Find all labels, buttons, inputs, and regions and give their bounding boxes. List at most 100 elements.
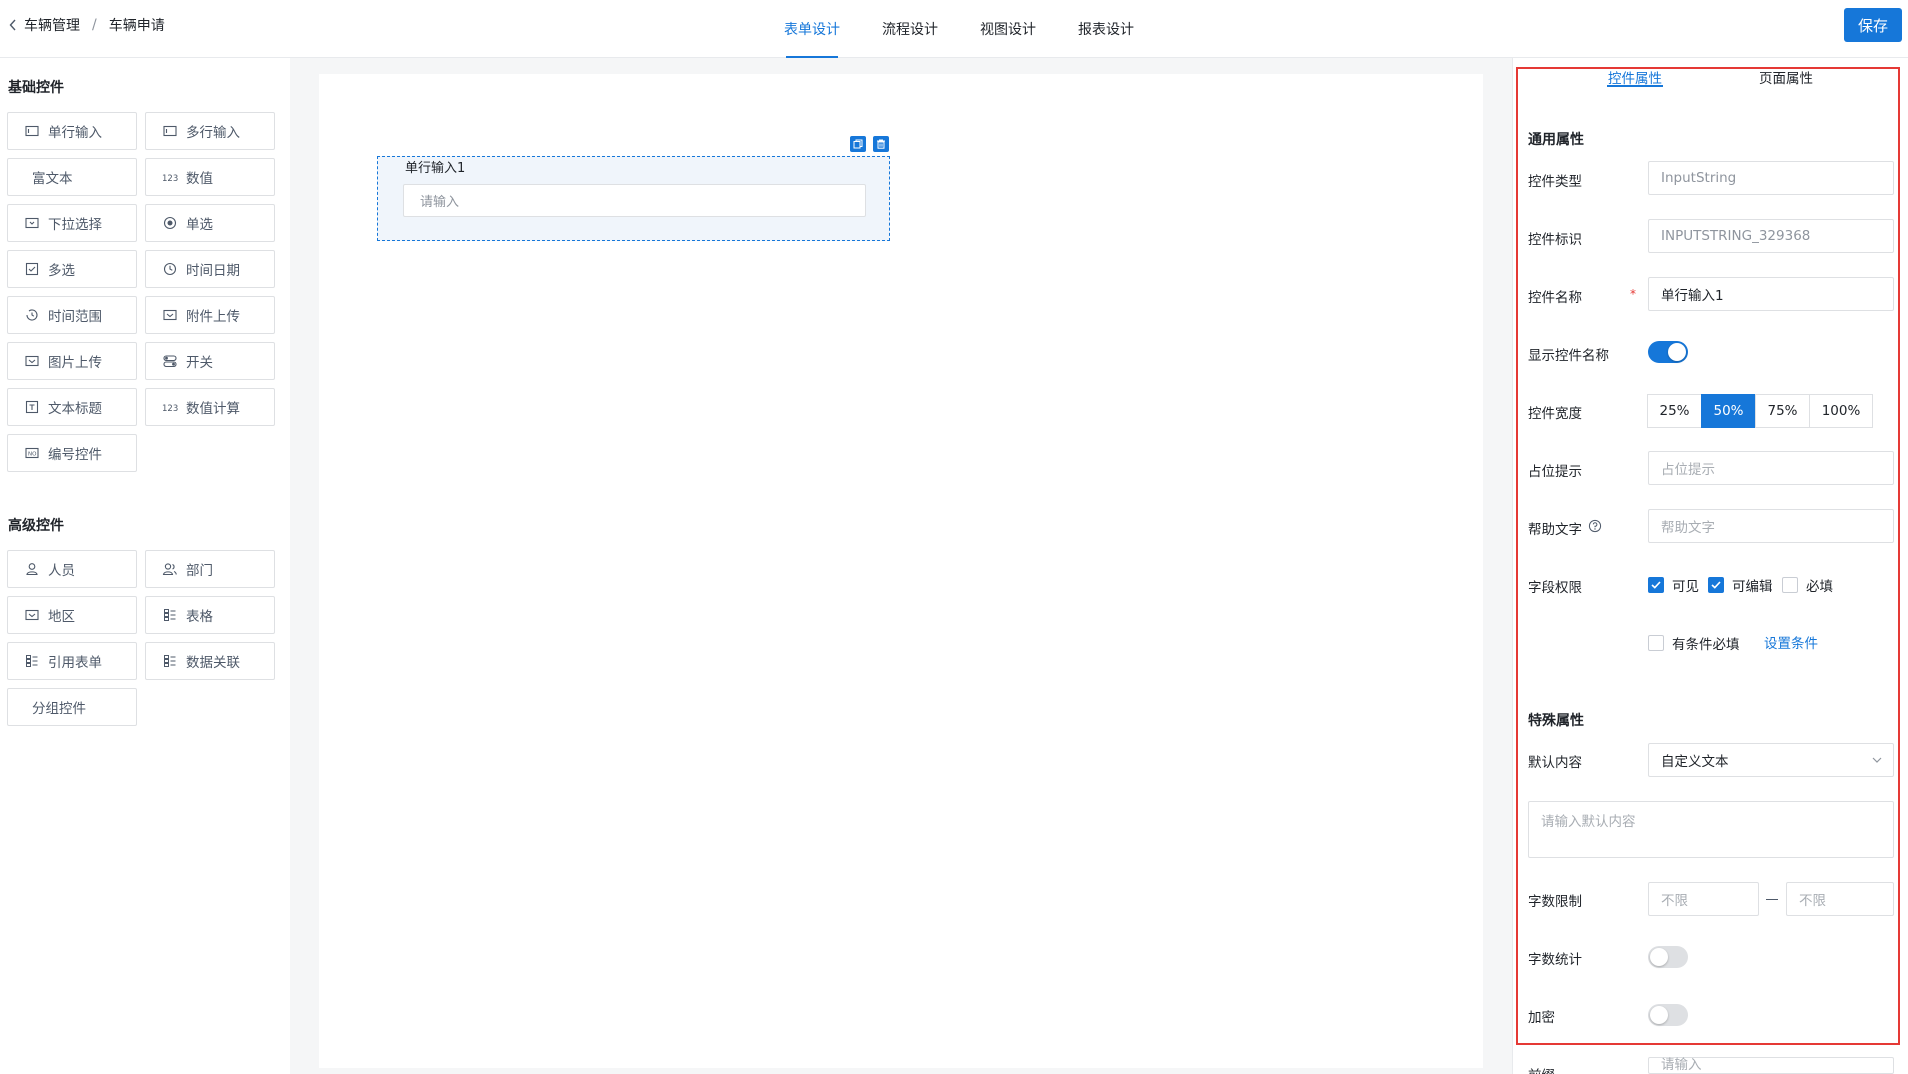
palette-item-person[interactable]: 人员 <box>7 550 137 588</box>
textarea-icon <box>162 123 178 139</box>
show-name-label: 显示控件名称 <box>1528 348 1609 364</box>
width-option-75[interactable]: 75% <box>1755 394 1810 428</box>
palette-item-serial-number[interactable]: NO 编号控件 <box>7 434 137 472</box>
set-condition-link[interactable]: 设置条件 <box>1764 632 1818 652</box>
design-tabs: 表单设计 流程设计 视图设计 报表设计 <box>768 0 1160 58</box>
default-content-textarea[interactable]: 请输入默认内容 <box>1528 801 1894 858</box>
control-id-label: 控件标识 <box>1528 232 1582 248</box>
checkbox-box <box>1782 577 1798 593</box>
toggle-knob <box>1650 948 1668 966</box>
palette-item-department[interactable]: 部门 <box>145 550 275 588</box>
prefix-field[interactable]: 请输入 <box>1648 1057 1894 1074</box>
special-properties-title: 特殊属性 <box>1528 713 1584 729</box>
palette-item-label: 单选 <box>186 217 213 233</box>
char-count-toggle[interactable] <box>1648 946 1688 968</box>
palette-item-region[interactable]: 地区 <box>7 596 137 634</box>
palette-item-rich-text[interactable]: 富文本 <box>7 158 137 196</box>
breadcrumb: 车辆管理 / 车辆申请 <box>6 0 165 50</box>
width-option-25[interactable]: 25% <box>1647 394 1702 428</box>
control-type-label: 控件类型 <box>1528 174 1582 190</box>
range-separator <box>1766 899 1778 900</box>
char-limit-max-field[interactable]: 不限 <box>1786 882 1894 916</box>
placeholder-label: 占位提示 <box>1528 464 1582 480</box>
control-id-field: INPUTSTRING_329368 <box>1648 219 1894 253</box>
control-name-label: 控件名称 <box>1528 290 1582 306</box>
palette-item-label: 附件上传 <box>186 309 240 325</box>
property-panel <box>1512 58 1908 1074</box>
default-content-select[interactable]: 自定义文本 <box>1648 743 1894 777</box>
breadcrumb-item-vehicle-application: 车辆申请 <box>108 18 165 34</box>
palette-item-dropdown[interactable]: 下拉选择 <box>7 204 137 242</box>
checkbox-box <box>1648 577 1664 593</box>
palette-item-label: 表格 <box>186 609 213 625</box>
conditional-required-checkbox[interactable]: 有条件必填 <box>1648 633 1740 653</box>
table-icon <box>162 607 178 623</box>
palette-item-time-range[interactable]: 时间范围 <box>7 296 137 334</box>
palette-item-label: 单行输入 <box>48 125 102 141</box>
copy-icon[interactable] <box>850 136 866 152</box>
delete-icon[interactable] <box>873 136 889 152</box>
basic-controls-title: 基础控件 <box>8 80 64 96</box>
palette-item-reference-form[interactable]: 引用表单 <box>7 642 137 680</box>
palette-item-label: 数值 <box>186 171 213 187</box>
toggle-knob <box>1668 343 1686 361</box>
tab-page-properties[interactable]: 页面属性 <box>1759 67 1813 87</box>
char-limit-label: 字数限制 <box>1528 894 1582 910</box>
palette-item-data-association[interactable]: 数据关联 <box>145 642 275 680</box>
attachment-icon <box>162 307 178 323</box>
palette-item-label: 图片上传 <box>48 355 102 371</box>
breadcrumb-item-vehicle-management[interactable]: 车辆管理 <box>24 15 80 35</box>
perm-visible-checkbox[interactable]: 可见 <box>1648 575 1699 595</box>
time-range-icon <box>24 307 40 323</box>
control-type-field: InputString <box>1648 161 1894 195</box>
field-label: 单行输入1 <box>405 161 466 176</box>
common-properties-title: 通用属性 <box>1528 132 1584 148</box>
char-limit-min-field[interactable]: 不限 <box>1648 882 1759 916</box>
tab-control-properties[interactable]: 控件属性 <box>1608 67 1662 87</box>
palette-item-text-title[interactable]: 文本标题 <box>7 388 137 426</box>
tab-report-design[interactable]: 报表设计 <box>1062 0 1150 58</box>
encrypt-toggle[interactable] <box>1648 1004 1688 1026</box>
palette-item-attachment-upload[interactable]: 附件上传 <box>145 296 275 334</box>
tab-flow-design[interactable]: 流程设计 <box>866 0 954 58</box>
show-name-toggle[interactable] <box>1648 341 1688 363</box>
selected-form-field[interactable]: 单行输入1 请输入 <box>377 156 890 241</box>
palette-item-radio[interactable]: 单选 <box>145 204 275 242</box>
checkbox-box <box>1708 577 1724 593</box>
region-icon <box>24 607 40 623</box>
field-input-preview[interactable]: 请输入 <box>403 184 866 217</box>
palette-item-table[interactable]: 表格 <box>145 596 275 634</box>
chevron-down-icon <box>1871 754 1883 770</box>
palette-item-group[interactable]: 分组控件 <box>7 688 137 726</box>
prefix-label: 前缀 <box>1528 1064 1555 1074</box>
palette-item-single-line-input[interactable]: 单行输入 <box>7 112 137 150</box>
perm-required-checkbox[interactable]: 必填 <box>1782 575 1833 595</box>
width-option-50[interactable]: 50% <box>1701 394 1756 428</box>
question-circle-icon[interactable] <box>1588 519 1602 537</box>
width-option-100[interactable]: 100% <box>1809 394 1873 428</box>
palette-item-number-calc[interactable]: 123 数值计算 <box>145 388 275 426</box>
active-tab-indicator <box>1607 85 1663 87</box>
clock-icon <box>162 261 178 277</box>
palette-item-label: 数据关联 <box>186 655 240 671</box>
palette-item-checkbox[interactable]: 多选 <box>7 250 137 288</box>
control-name-field[interactable]: 单行输入1 <box>1648 277 1894 311</box>
help-text-field[interactable]: 帮助文字 <box>1648 509 1894 543</box>
chevron-left-icon[interactable] <box>6 18 20 32</box>
save-button[interactable]: 保存 <box>1844 8 1902 42</box>
palette-item-image-upload[interactable]: 图片上传 <box>7 342 137 380</box>
placeholder-field[interactable]: 占位提示 <box>1648 451 1894 485</box>
checkbox-box <box>1648 635 1664 651</box>
perm-editable-checkbox[interactable]: 可编辑 <box>1708 575 1773 595</box>
palette-item-switch[interactable]: 开关 <box>145 342 275 380</box>
palette-item-label: 分组控件 <box>32 701 86 717</box>
palette-item-number[interactable]: 123 数值 <box>145 158 275 196</box>
default-content-label: 默认内容 <box>1528 755 1582 771</box>
required-marker: * <box>1630 287 1636 301</box>
tab-view-design[interactable]: 视图设计 <box>964 0 1052 58</box>
advanced-controls-title: 高级控件 <box>8 518 64 534</box>
tab-form-design[interactable]: 表单设计 <box>768 0 856 58</box>
palette-item-datetime[interactable]: 时间日期 <box>145 250 275 288</box>
palette-item-multi-line-input[interactable]: 多行输入 <box>145 112 275 150</box>
palette-item-label: 编号控件 <box>48 447 102 463</box>
